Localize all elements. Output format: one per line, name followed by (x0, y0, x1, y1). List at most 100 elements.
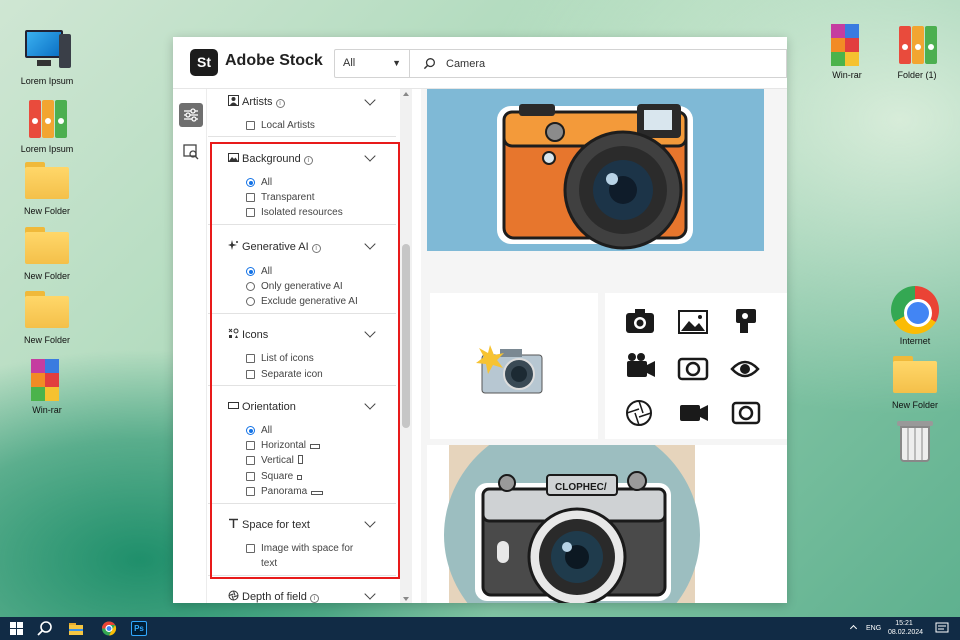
filter-option-label: Local Artists (261, 120, 315, 131)
retro-camera-image: CLOPHEC/ (444, 445, 700, 603)
tray-chevron[interactable] (849, 623, 858, 640)
desktop-icon-label: New Folder (23, 271, 70, 281)
desktop-icon-internet[interactable]: Internet (880, 286, 950, 347)
filter-option-label: All (261, 425, 273, 436)
desktop-icon-label: Win-rar (832, 70, 862, 80)
desktop-icon-label: Lorem Ipsum (20, 76, 74, 86)
filter-section-artists: Artists i Local Artists (208, 89, 396, 137)
artist-icon (228, 95, 239, 106)
results-grid: CLOPHEC/ (421, 89, 787, 603)
filter-option-label: All (261, 266, 273, 277)
filter-option-label-continued: text (261, 558, 278, 569)
info-icon[interactable]: i (309, 594, 319, 603)
icons-icon (228, 328, 239, 338)
photoshop-label: Ps (134, 624, 144, 633)
filter-option-label: Square (261, 471, 294, 482)
filter-section-header[interactable]: Icons (228, 328, 268, 342)
notifications-button[interactable] (935, 622, 949, 640)
filter-section-title: Background (242, 153, 301, 165)
photoshop-icon: Ps (131, 621, 147, 636)
left-rail (173, 89, 207, 603)
chevron-down-icon[interactable] (364, 94, 376, 106)
chevron-down-icon[interactable] (364, 516, 376, 528)
recycle-bin-icon (891, 416, 939, 464)
result-camera-icon-set[interactable] (605, 293, 787, 439)
filter-section-background: Background i All Transparent Isolated res… (208, 137, 396, 225)
filters-scrollbar-thumb[interactable] (402, 244, 410, 428)
scroll-up-arrow[interactable] (403, 92, 409, 96)
result-orange-camera-sticker[interactable] (427, 89, 764, 251)
desktop-icon-lorem-ipsum-1[interactable]: Lorem Ipsum (12, 26, 82, 87)
file-explorer-icon (69, 623, 83, 635)
desktop-icon-win-rar-left[interactable]: Win-rar (12, 355, 82, 416)
chevron-down-icon[interactable] (364, 326, 376, 338)
desktop-icon-win-rar-right[interactable]: Win-rar (812, 20, 882, 81)
content-type-value: All (343, 57, 356, 69)
filter-option-label: List of icons (261, 353, 314, 364)
panorama-shape-icon (311, 491, 324, 495)
filter-section-icons: Icons List of icons Separate icon (208, 314, 396, 386)
desktop-icon-label: Win-rar (32, 405, 62, 415)
search-icon (423, 58, 435, 70)
filter-section-title: Generative AI (242, 241, 309, 253)
taskbar-chrome[interactable] (100, 620, 118, 637)
chrome-icon (891, 286, 939, 334)
folder-icon (891, 350, 939, 398)
taskbar-file-explorer[interactable] (67, 620, 85, 637)
result-retro-camera-sticker[interactable]: CLOPHEC/ (427, 445, 787, 603)
filter-section-header[interactable]: Background i (228, 152, 313, 166)
filter-section-header[interactable]: Generative AI i (228, 240, 321, 254)
filter-section-title: Orientation (242, 401, 296, 413)
info-icon[interactable]: i (311, 244, 321, 253)
taskbar-photoshop[interactable]: Ps (130, 620, 148, 637)
image-search-icon (183, 144, 199, 160)
chevron-down-icon[interactable] (364, 398, 376, 410)
desktop-icon-folder-1[interactable]: Folder (1) (882, 20, 952, 81)
filter-section-generative-ai: Generative AI i All Only generative AI Ex… (208, 225, 396, 314)
filter-section-title: Space for text (242, 519, 310, 531)
filter-option-label: Isolated resources (261, 207, 343, 218)
desktop-icon-label: Internet (899, 336, 931, 346)
app-name: Adobe Stock (225, 52, 323, 69)
sliders-icon (184, 108, 198, 122)
filters-toggle-button[interactable] (179, 103, 203, 127)
language-indicator[interactable]: ENG (866, 625, 881, 640)
visual-search-button[interactable] (179, 140, 203, 164)
binders-icon (893, 20, 941, 68)
filter-section-header[interactable]: Artists i (228, 95, 285, 109)
desktop-icon-new-folder-3[interactable]: New Folder (12, 285, 82, 346)
vertical-shape-icon (297, 455, 303, 464)
clock[interactable]: 15:21 08.02.2024 (888, 619, 923, 640)
adobe-stock-logo[interactable]: St (190, 49, 218, 76)
desktop-icon-recycle-bin[interactable] (880, 416, 950, 466)
flash-camera-image (476, 345, 543, 394)
content-type-select[interactable]: All ▼ (334, 49, 410, 78)
desktop-icon-new-folder-2[interactable]: New Folder (12, 221, 82, 282)
taskbar-search-button[interactable] (36, 620, 54, 637)
windows-start-button[interactable] (8, 620, 26, 637)
taskbar: Ps ENG 15:21 08.02.2024 (0, 617, 960, 640)
desktop-icon-new-folder-right[interactable]: New Folder (880, 350, 950, 411)
chrome-icon (102, 621, 117, 636)
orange-camera-image (497, 104, 693, 250)
filter-section-header[interactable]: Depth of field i (228, 590, 319, 603)
chevron-down-icon[interactable] (364, 238, 376, 250)
scroll-down-arrow[interactable] (403, 597, 409, 601)
search-input[interactable]: Camera (410, 49, 787, 78)
chevron-down-icon[interactable] (364, 150, 376, 162)
square-shape-icon (297, 475, 303, 480)
info-icon[interactable]: i (275, 99, 285, 108)
desktop-icon-new-folder-1[interactable]: New Folder (12, 156, 82, 217)
chevron-down-icon[interactable] (364, 588, 376, 600)
desktop-icon-lorem-ipsum-2[interactable]: Lorem Ipsum (12, 94, 82, 155)
filter-section-header[interactable]: Orientation (228, 400, 296, 414)
filters-panel: Artists i Local Artists Background i All T… (208, 89, 408, 603)
info-icon[interactable]: i (303, 156, 313, 165)
camera-brand-text: CLOPHEC/ (555, 482, 607, 493)
text-icon (229, 518, 238, 528)
binders-icon (23, 94, 71, 142)
header: St Adobe Stock All ▼ Camera (173, 37, 787, 89)
filter-section-depth-of-field: Depth of field i (208, 576, 396, 603)
result-camera-flash-icon[interactable] (430, 293, 598, 439)
filter-section-header[interactable]: Space for text (228, 518, 310, 532)
